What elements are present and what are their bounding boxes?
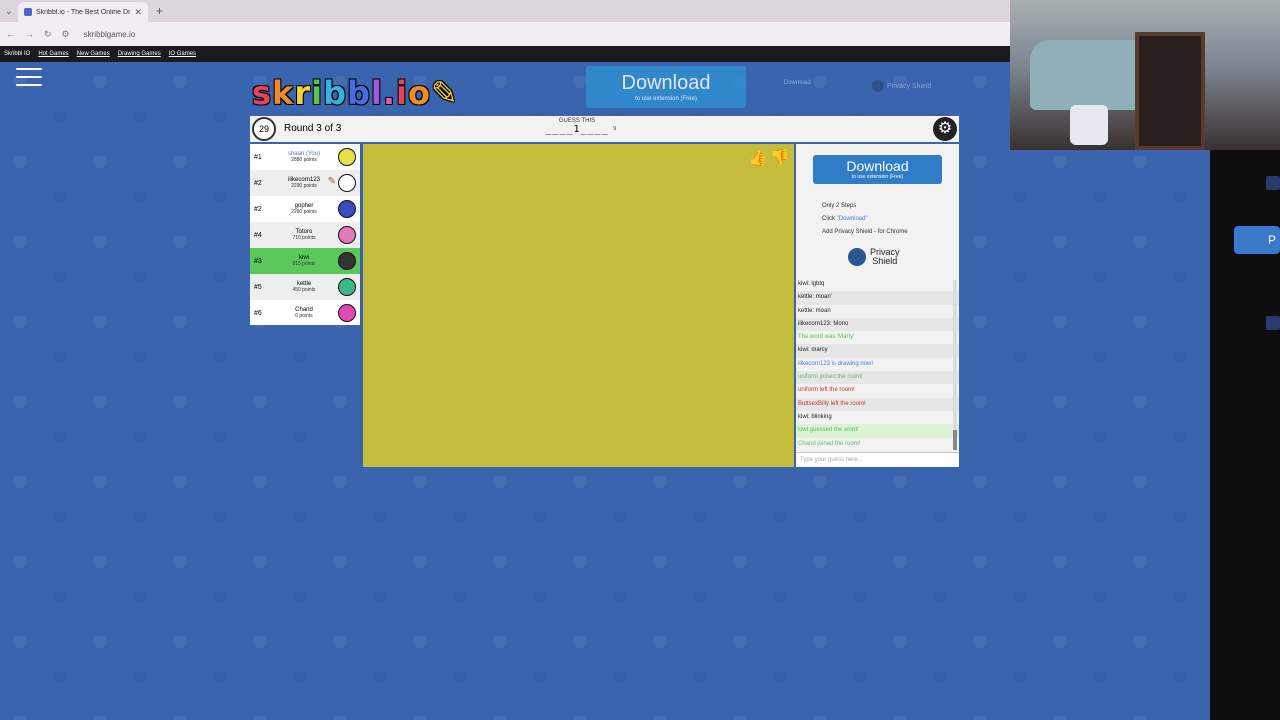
chat-scrollbar[interactable]	[953, 280, 957, 450]
chat-message: kettle: moan'	[796, 291, 959, 305]
game-header: 29 Round 3 of 3 GUESS THIS ____1____ 9 ⚙	[250, 116, 959, 142]
chat-message: ButtsexBilly left the room!	[796, 397, 959, 411]
chat-message: ilikecorn123 is drawing now!	[798, 360, 874, 367]
settings-gear-icon[interactable]: ⚙	[933, 117, 957, 141]
bookmark-new-games[interactable]: New Games	[77, 51, 110, 57]
step1-link[interactable]: "Download"	[837, 216, 868, 222]
player-list: #1 shaan (You) 2880 points #2 ilikecorn12…	[250, 144, 360, 325]
player-row[interactable]: #6 Chand 0 points	[250, 300, 360, 326]
url-field[interactable]: skribblgame.io	[84, 30, 136, 39]
chat-input[interactable]: Type your guess here...	[796, 452, 959, 467]
player-points: 710 points	[292, 235, 316, 241]
avatar	[338, 174, 356, 192]
avatar	[338, 304, 356, 322]
round-label: Round 3 of 3	[284, 123, 342, 134]
chat-message: ilikecorn123: Mono	[796, 317, 959, 332]
chat-message: kiwi: blinking	[798, 413, 832, 420]
player-points: 2880 points	[291, 157, 317, 163]
player-points: 2290 points	[291, 209, 317, 215]
timer-clock-icon: 29	[252, 117, 276, 141]
drawing-pencil-icon: ✎	[327, 176, 336, 187]
webcam-cup	[1070, 105, 1108, 145]
bookmark-skribbl-io[interactable]: Skribbl IO	[4, 51, 30, 57]
top-download-sub: to use extension (Free)	[635, 96, 697, 102]
top-download-ad[interactable]: Download to use extension (Free)	[586, 66, 746, 108]
guess-word: GUESS THIS ____1____ 9	[542, 118, 616, 135]
thumbs-up-icon[interactable]: 👍	[748, 148, 768, 168]
forward-icon[interactable]: →	[25, 29, 34, 39]
privacy-globe-icon	[872, 80, 884, 92]
steps-title: Only 2 Steps	[822, 203, 857, 209]
tab-title: Skribbl.io - The Best Online Dr...	[36, 8, 131, 16]
side-download-label: Download	[846, 158, 909, 174]
player-points: 815 points	[292, 261, 316, 267]
chat-message: kettle: moan	[798, 307, 831, 314]
avatar	[338, 200, 356, 218]
right-panel: Download to use extension (Free) Only 2 …	[796, 144, 959, 467]
player-row[interactable]: #3 kiwi 815 points	[250, 248, 360, 274]
chat-message: kiwi: lgbtq	[798, 281, 825, 287]
side-game-icon-2[interactable]	[1266, 316, 1280, 330]
avatar	[338, 148, 356, 166]
back-icon[interactable]: ←	[6, 29, 15, 39]
drawing-canvas[interactable]: 👍 👎	[363, 144, 794, 467]
thumbs-down-icon[interactable]: 👎	[770, 148, 790, 168]
step2: Add Privacy Shield - for Chrome	[822, 229, 908, 235]
ad-steps: Only 2 Steps Click "Download" Add Privac…	[822, 200, 908, 239]
player-row[interactable]: #2 gopher 2290 points	[250, 196, 360, 222]
chat-log: kiwi: lgbtq kettle: moan' kettle: moan i…	[796, 278, 959, 452]
chat-message: kiwi: marcy	[796, 344, 959, 358]
bookmark-hot-games[interactable]: Hot Games	[38, 51, 68, 57]
favicon-icon	[24, 8, 32, 16]
address-bar: ← → ↻ ⚙ skribblgame.io	[0, 22, 1010, 46]
webcam-feed	[1010, 0, 1280, 150]
small-ad-link[interactable]: Download	[784, 80, 811, 86]
webcam-chair	[1135, 32, 1205, 150]
bookmark-io-games[interactable]: IO Games	[169, 51, 196, 57]
menu-icon[interactable]	[16, 68, 42, 86]
bookmarks-bar: Skribbl IO Hot Games New Games Drawing G…	[0, 46, 1010, 62]
player-points: 0 points	[295, 313, 313, 319]
chat-message: uniform left the room!	[798, 387, 855, 394]
player-row[interactable]: #2 ilikecorn123 2290 points ✎	[250, 170, 360, 196]
top-download-label: Download	[621, 72, 711, 94]
chat-message: Chand joined the room!	[798, 440, 861, 447]
site-info-icon[interactable]: ⚙	[62, 29, 70, 40]
chat-message: kiwi guessed the word!	[796, 424, 959, 438]
reload-icon[interactable]: ↻	[44, 29, 52, 40]
privacy-shield-side[interactable]: Privacy Shield	[848, 248, 900, 266]
close-tab-icon[interactable]: ✕	[134, 7, 142, 18]
bookmark-drawing-games[interactable]: Drawing Games	[118, 51, 161, 57]
privacy-globe-icon	[848, 248, 866, 266]
side-download-sub: to use extension (Free)	[851, 174, 904, 180]
tab-search-icon[interactable]: ⌄	[0, 6, 18, 17]
skribbl-logo: skribbl.io✎	[252, 74, 459, 112]
player-row[interactable]: #4 Totoro 710 points	[250, 222, 360, 248]
avatar	[338, 226, 356, 244]
avatar	[338, 278, 356, 296]
side-game-icon[interactable]	[1266, 176, 1280, 190]
player-row[interactable]: #1 shaan (You) 2880 points	[250, 144, 360, 170]
browser-tab[interactable]: Skribbl.io - The Best Online Dr... ✕	[18, 2, 148, 22]
player-row[interactable]: #5 kettle 450 points	[250, 274, 360, 300]
browser-tab-bar: ⌄ Skribbl.io - The Best Online Dr... ✕ +	[0, 0, 1010, 22]
letter-count: 9	[613, 126, 616, 132]
right-overlay: P	[1210, 150, 1280, 720]
player-points: 450 points	[292, 287, 316, 293]
chat-message: uniform joined the room!	[796, 371, 959, 385]
side-ad-button[interactable]: P	[1234, 226, 1280, 254]
side-download-ad[interactable]: Download to use extension (Free)	[813, 155, 942, 184]
chat-message: The word was 'Marty'	[798, 334, 855, 341]
word-hint: ____1____	[545, 124, 609, 135]
privacy-shield-top[interactable]: Privacy Shield	[872, 80, 931, 92]
avatar	[338, 252, 356, 270]
new-tab-icon[interactable]: +	[156, 4, 163, 18]
privacy-top-label: Privacy Shield	[887, 82, 932, 90]
